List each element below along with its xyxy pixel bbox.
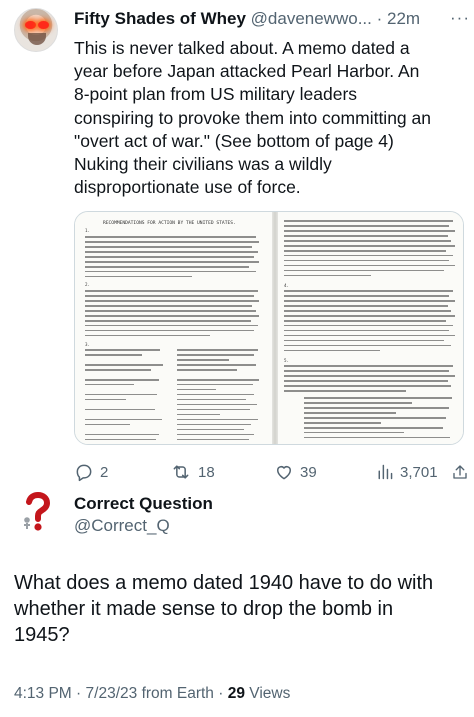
- memo-image[interactable]: RECOMMENDATIONS FOR ACTION BY THE UNITED…: [74, 211, 464, 445]
- tweet-text-line: Nuking their civilians was a wildly: [74, 154, 332, 175]
- views-button[interactable]: 3,701: [376, 462, 438, 482]
- author-handle[interactable]: @Correct_Q: [74, 516, 170, 536]
- avatar-beard: [28, 33, 46, 45]
- memo-paragraph: [284, 290, 458, 355]
- author-name[interactable]: Fifty Shades of Whey: [74, 9, 246, 28]
- tweet-text-line: "overt act of war." (See bottom of page …: [74, 130, 394, 151]
- separator-dot: ·: [376, 9, 383, 28]
- tweet-text-line: whether it made sense to drop the bomb i…: [14, 598, 394, 620]
- memo-paragraph: [85, 236, 263, 281]
- tweet-text: This is never talked about. A memo dated…: [74, 37, 468, 199]
- tweet-date[interactable]: 7/23/23: [86, 685, 138, 702]
- separator-dot: ·: [76, 685, 82, 702]
- tweet-reply[interactable]: Correct Question @Correct_Q What does a …: [0, 482, 474, 717]
- timestamp[interactable]: 22m: [387, 9, 420, 28]
- glowing-eye-icon: [38, 21, 49, 29]
- reply-icon: [76, 464, 92, 482]
- tweet-header: Fifty Shades of Whey @davenewwo... · 22m: [74, 9, 420, 29]
- analytics-icon: [378, 464, 393, 480]
- tweet-text-line: year before Japan attacked Pearl Harbor.…: [74, 61, 420, 82]
- heart-icon: [277, 466, 291, 480]
- memo-list-left: [85, 349, 167, 444]
- memo-title: RECOMMENDATIONS FOR ACTION BY THE UNITED…: [103, 221, 236, 226]
- tweet-source: from Earth: [141, 685, 214, 702]
- memo-list-right: [177, 349, 263, 444]
- tweet-text-line: What does a memo dated 1940 have to do w…: [14, 572, 434, 594]
- memo-page-right: 4. 5.: [278, 212, 463, 444]
- avatar[interactable]: [14, 490, 58, 534]
- glowing-eye-icon: [25, 21, 36, 29]
- author-name[interactable]: Correct Question: [74, 494, 213, 514]
- tweet-text-line: 1945?: [14, 624, 70, 646]
- reply-count: 2: [100, 463, 109, 481]
- tweet-time[interactable]: 4:13 PM: [14, 685, 72, 702]
- tweet-actions: 2 18 39 3,701: [74, 462, 468, 484]
- memo-number: 2.: [85, 282, 91, 287]
- memo-paragraph: [284, 365, 458, 395]
- question-mark-icon: [24, 491, 51, 531]
- like-button[interactable]: 39: [274, 462, 317, 482]
- views-label: Views: [249, 685, 291, 702]
- tweet-text-line: conspiring to provoke them into committi…: [74, 107, 431, 128]
- author-handle[interactable]: @davenewwo...: [251, 9, 372, 28]
- like-count: 39: [300, 463, 317, 481]
- tweet-metadata: 4:13 PM · 7/23/23 from Earth · 29 Views: [14, 685, 290, 703]
- memo-paragraph: [284, 220, 458, 280]
- memo-number: 1.: [85, 228, 91, 233]
- repost-icon: [173, 465, 189, 479]
- tweet-text: What does a memo dated 1940 have to do w…: [14, 570, 464, 648]
- separator-dot: ·: [218, 685, 224, 702]
- memo-number: 4.: [284, 283, 290, 288]
- memo-page-left: RECOMMENDATIONS FOR ACTION BY THE UNITED…: [75, 212, 272, 444]
- tweet-original[interactable]: Fifty Shades of Whey @davenewwo... · 22m…: [0, 0, 474, 482]
- share-icon: [453, 465, 467, 479]
- tweet-text-line: This is never talked about. A memo dated…: [74, 38, 410, 58]
- tweet-text-line: disproportionate use of force.: [74, 177, 301, 198]
- tweet-text-line: 8-point plan from US military leaders: [74, 84, 358, 105]
- more-options-icon[interactable]: ···: [450, 8, 470, 28]
- repost-button[interactable]: 18: [170, 462, 215, 482]
- avatar[interactable]: [14, 8, 58, 52]
- repost-count: 18: [198, 463, 215, 481]
- reply-button[interactable]: 2: [74, 462, 108, 482]
- view-count: 3,701: [400, 463, 438, 481]
- memo-paragraph: [85, 290, 263, 340]
- memo-list-points: [304, 397, 458, 442]
- memo-number: 3.: [85, 342, 91, 347]
- share-button[interactable]: [451, 462, 469, 482]
- views-count[interactable]: 29: [228, 685, 245, 702]
- memo-number: 5.: [284, 358, 290, 363]
